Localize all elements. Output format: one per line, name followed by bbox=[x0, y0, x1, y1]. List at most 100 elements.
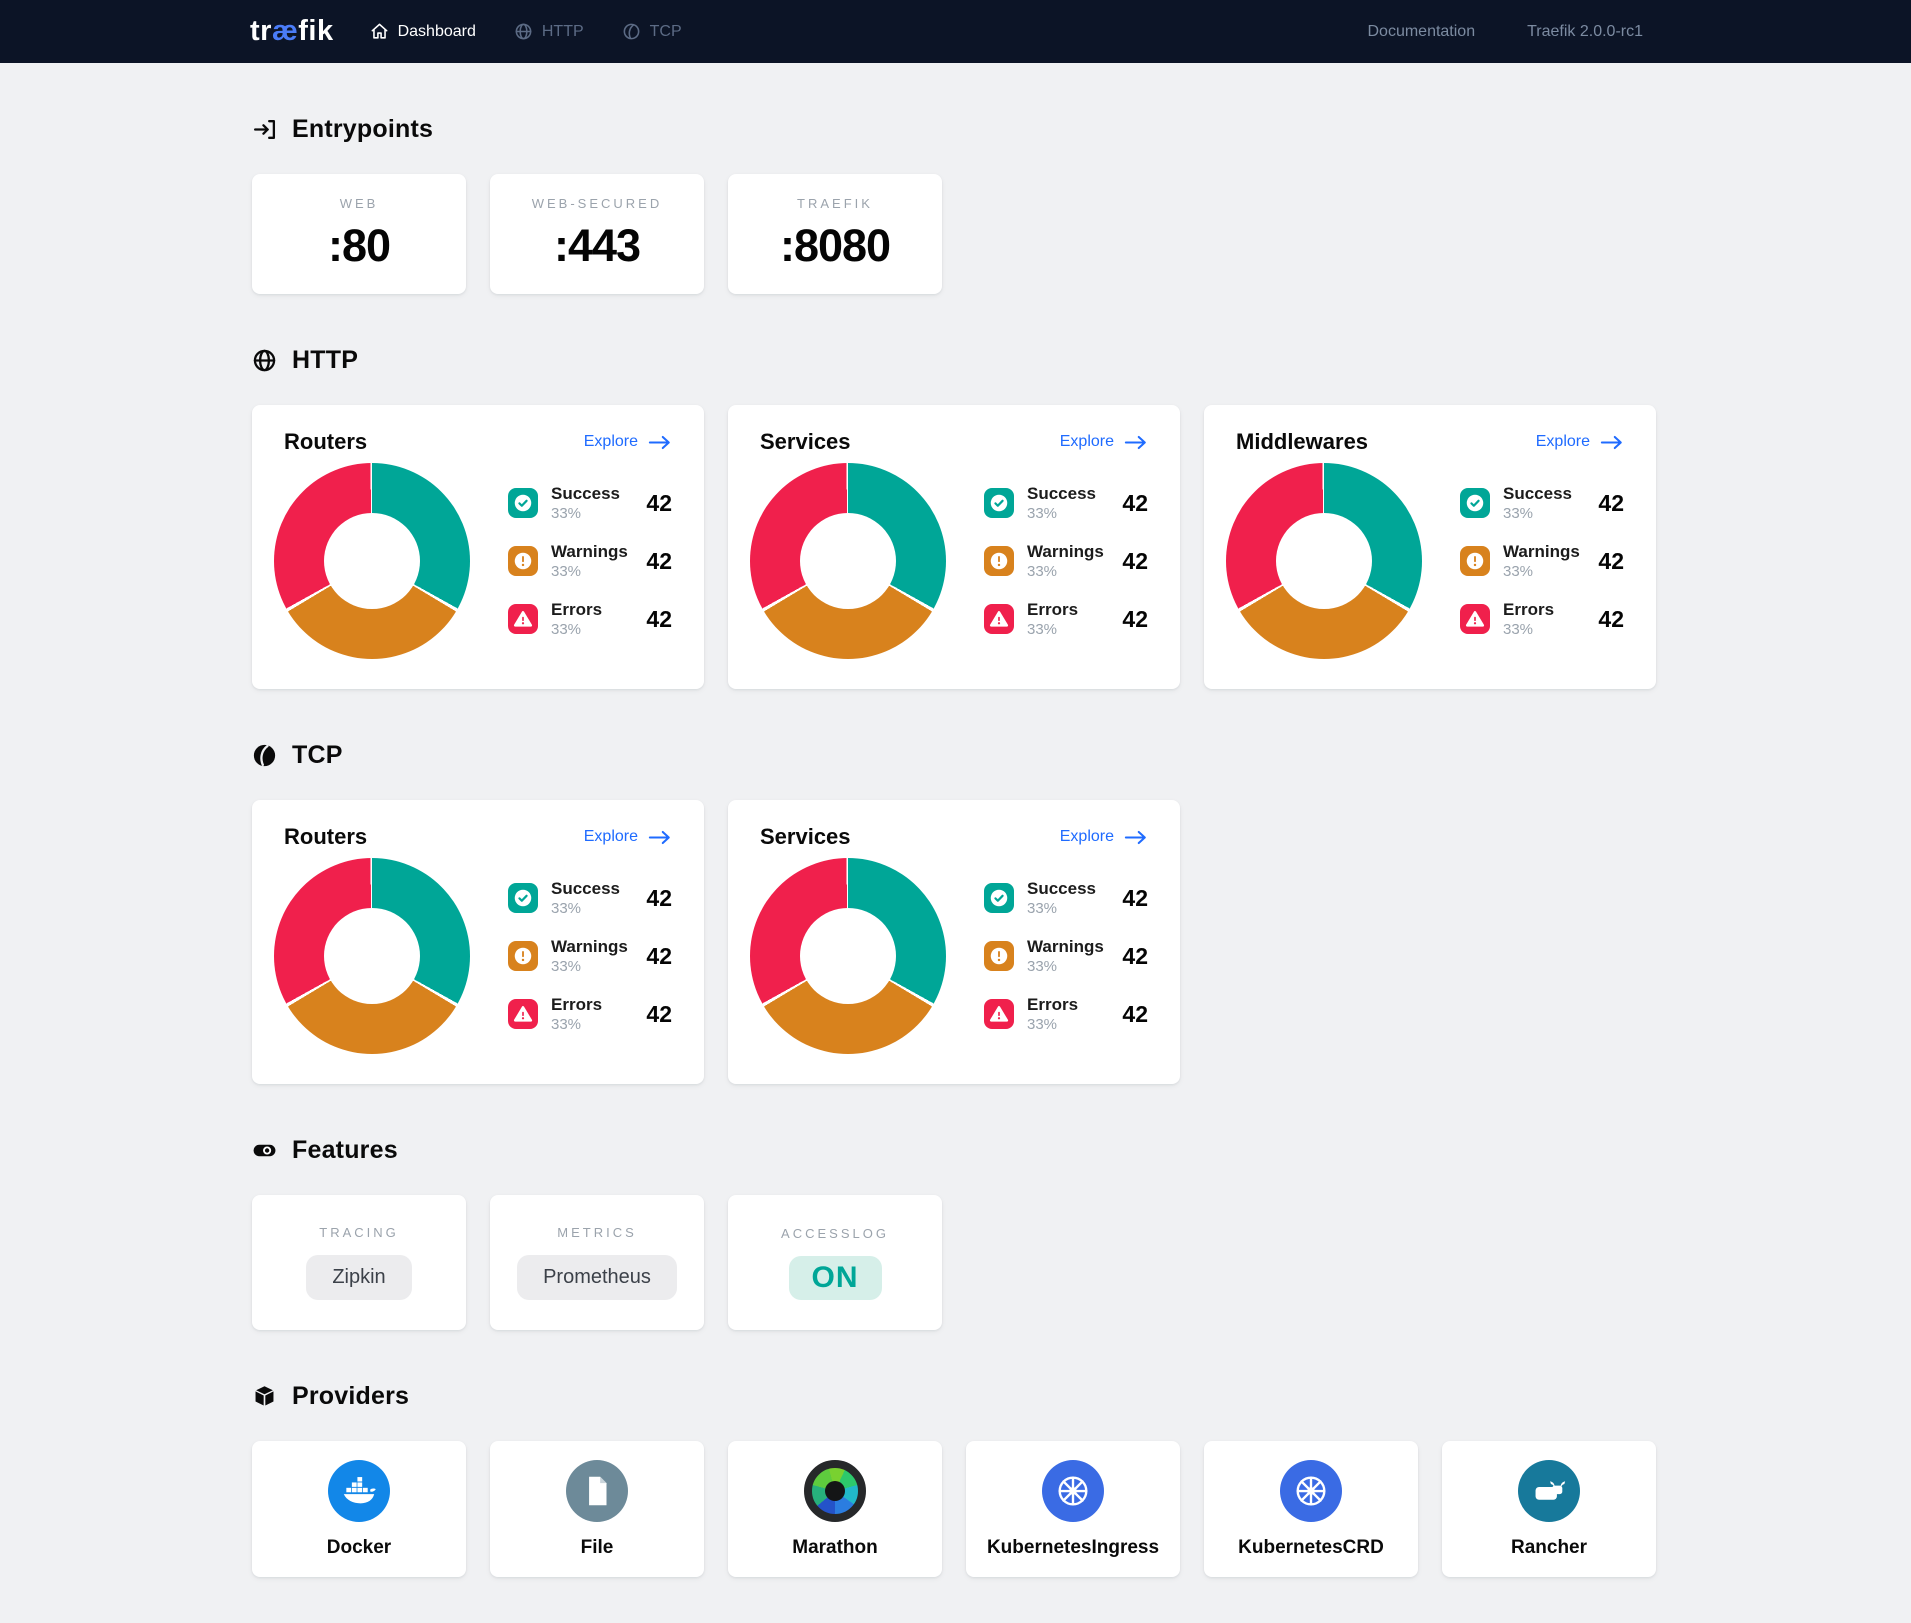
provider-label: File bbox=[581, 1537, 614, 1559]
toggle-icon bbox=[252, 1138, 277, 1163]
features-grid: TRACING Zipkin METRICS Prometheus ACCESS… bbox=[252, 1195, 1911, 1330]
providers-header: Providers bbox=[252, 1330, 1911, 1411]
dashboard-content: Entrypoints WEB :80 WEB-SECURED :443 TRA… bbox=[0, 63, 1911, 1623]
success-count: 42 bbox=[1122, 885, 1148, 912]
errors-count: 42 bbox=[1122, 1001, 1148, 1028]
arrow-right-icon bbox=[648, 434, 672, 451]
nav-http-label: HTTP bbox=[542, 23, 584, 41]
success-check-icon bbox=[1460, 488, 1490, 518]
legend-row-warnings: Warnings33% 42 bbox=[984, 937, 1148, 975]
nav-right: Documentation Traefik 2.0.0-rc1 bbox=[1367, 23, 1643, 41]
warning-exclamation-icon bbox=[984, 546, 1014, 576]
entrypoint-name: TRAEFIK bbox=[797, 196, 873, 211]
chart-legend: Success33% 42 Warnings33% 42 Errors33% 4… bbox=[508, 879, 672, 1033]
legend-row-errors: Errors33% 42 bbox=[984, 995, 1148, 1033]
arrow-right-icon bbox=[1600, 434, 1624, 451]
provider-card-file: File bbox=[490, 1441, 704, 1577]
warnings-count: 42 bbox=[646, 943, 672, 970]
legend-row-warnings: Warnings33% 42 bbox=[508, 542, 672, 580]
providers-title: Providers bbox=[292, 1382, 409, 1411]
providers-grid: Docker File Marathon KubernetesIngress bbox=[252, 1441, 1911, 1577]
legend-row-success: Success33% 42 bbox=[1460, 484, 1624, 522]
legend-row-errors: Errors33% 42 bbox=[1460, 600, 1624, 638]
documentation-link[interactable]: Documentation bbox=[1367, 23, 1475, 41]
entrypoint-card: TRAEFIK :8080 bbox=[728, 174, 942, 294]
feature-value: Prometheus bbox=[517, 1255, 677, 1300]
legend-row-success: Success33% 42 bbox=[984, 484, 1148, 522]
globe-icon bbox=[252, 348, 277, 373]
explore-link[interactable]: Explore bbox=[584, 433, 672, 451]
chart-card: Routers Explore Success33% 42 bbox=[252, 405, 704, 689]
http-grid: Routers Explore Success33% 42 bbox=[252, 405, 1911, 689]
tcp-header: TCP bbox=[252, 689, 1911, 770]
success-check-icon bbox=[508, 883, 538, 913]
home-icon bbox=[370, 22, 389, 41]
donut-chart bbox=[750, 858, 946, 1054]
chart-legend: Success33% 42 Warnings33% 42 Errors33% 4… bbox=[508, 484, 672, 638]
feature-card: ACCESSLOG ON bbox=[728, 1195, 942, 1330]
rancher-bull-icon bbox=[1518, 1460, 1580, 1522]
legend-row-warnings: Warnings33% 42 bbox=[1460, 542, 1624, 580]
features-header: Features bbox=[252, 1084, 1911, 1165]
chart-card: Routers Explore Success33% 42 bbox=[252, 800, 704, 1084]
docker-icon bbox=[328, 1460, 390, 1522]
warning-exclamation-icon bbox=[508, 546, 538, 576]
entrypoints-grid: WEB :80 WEB-SECURED :443 TRAEFIK :8080 bbox=[252, 174, 1911, 294]
nav-http[interactable]: HTTP bbox=[514, 22, 584, 41]
entrypoint-name: WEB bbox=[340, 196, 379, 211]
traefik-logo: træfik bbox=[250, 15, 334, 48]
chart-card-title: Services bbox=[760, 429, 851, 455]
warning-exclamation-icon bbox=[984, 941, 1014, 971]
nav-tcp[interactable]: TCP bbox=[622, 22, 682, 41]
explore-link[interactable]: Explore bbox=[1536, 433, 1624, 451]
legend-row-success: Success33% 42 bbox=[508, 484, 672, 522]
feature-name: METRICS bbox=[557, 1225, 637, 1240]
feature-card: TRACING Zipkin bbox=[252, 1195, 466, 1330]
warnings-count: 42 bbox=[646, 548, 672, 575]
provider-label: Rancher bbox=[1511, 1537, 1587, 1559]
legend-row-errors: Errors33% 42 bbox=[508, 600, 672, 638]
tcp-ball-icon bbox=[252, 743, 277, 768]
kubernetes-helm-icon bbox=[1042, 1460, 1104, 1522]
chart-card-title: Routers bbox=[284, 824, 367, 850]
kubernetes-helm-icon bbox=[1280, 1460, 1342, 1522]
donut-chart bbox=[274, 858, 470, 1054]
chart-card: Services Explore Success33% 42 bbox=[728, 405, 1180, 689]
chart-card-title: Services bbox=[760, 824, 851, 850]
chart-card: Middlewares Explore Success33% 42 bbox=[1204, 405, 1656, 689]
provider-label: Marathon bbox=[792, 1537, 878, 1559]
explore-link[interactable]: Explore bbox=[584, 828, 672, 846]
nav-tcp-label: TCP bbox=[650, 23, 682, 41]
feature-value: ON bbox=[789, 1256, 882, 1300]
success-count: 42 bbox=[1598, 490, 1624, 517]
feature-value: Zipkin bbox=[306, 1255, 411, 1300]
donut-chart bbox=[274, 463, 470, 659]
entrypoints-header: Entrypoints bbox=[252, 63, 1911, 144]
warnings-count: 42 bbox=[1598, 548, 1624, 575]
features-title: Features bbox=[292, 1136, 398, 1165]
entrypoint-port: :80 bbox=[328, 220, 390, 272]
nav-items: Dashboard HTTP TCP bbox=[370, 22, 682, 41]
provider-card-kubernetes-crd: KubernetesCRD bbox=[1204, 1441, 1418, 1577]
http-header: HTTP bbox=[252, 294, 1911, 375]
feature-name: ACCESSLOG bbox=[781, 1226, 889, 1241]
legend-row-warnings: Warnings33% 42 bbox=[984, 542, 1148, 580]
entrypoint-card: WEB-SECURED :443 bbox=[490, 174, 704, 294]
provider-card-rancher: Rancher bbox=[1442, 1441, 1656, 1577]
tcp-title: TCP bbox=[292, 741, 343, 770]
explore-link[interactable]: Explore bbox=[1060, 433, 1148, 451]
warnings-count: 42 bbox=[1122, 548, 1148, 575]
provider-label: KubernetesIngress bbox=[987, 1537, 1159, 1559]
chart-card-title: Routers bbox=[284, 429, 367, 455]
explore-link[interactable]: Explore bbox=[1060, 828, 1148, 846]
chart-legend: Success33% 42 Warnings33% 42 Errors33% 4… bbox=[1460, 484, 1624, 638]
donut-chart bbox=[1226, 463, 1422, 659]
feature-name: TRACING bbox=[319, 1225, 399, 1240]
nav-dashboard[interactable]: Dashboard bbox=[370, 22, 476, 41]
success-count: 42 bbox=[646, 490, 672, 517]
feature-card: METRICS Prometheus bbox=[490, 1195, 704, 1330]
tcp-ball-icon bbox=[622, 22, 641, 41]
donut-chart bbox=[750, 463, 946, 659]
errors-count: 42 bbox=[646, 1001, 672, 1028]
errors-count: 42 bbox=[1598, 606, 1624, 633]
